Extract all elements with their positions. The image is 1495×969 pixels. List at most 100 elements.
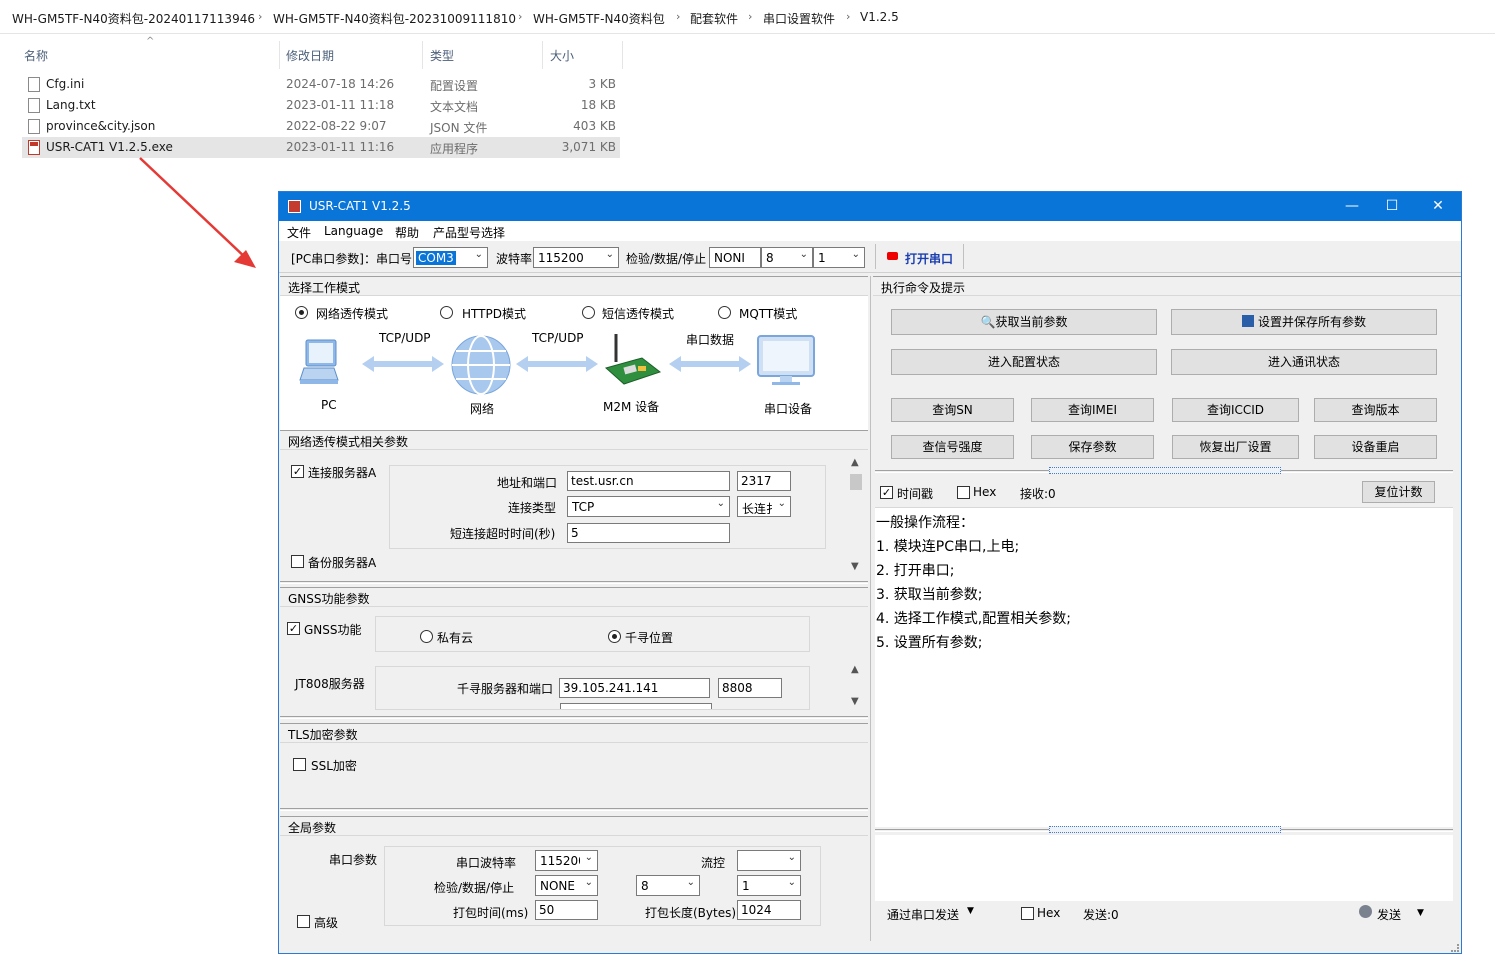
stopbits-select[interactable]: 1 ⌄	[813, 247, 865, 268]
radio-sms-mode[interactable]	[582, 306, 595, 319]
splitter-grip-icon[interactable]	[1049, 467, 1281, 474]
get-params-button[interactable]: 🔍获取当前参数	[891, 309, 1157, 335]
mode-panel: 网络透传模式 HTTPD模式 短信透传模式 MQTT模式 PC TCP/UDP …	[280, 296, 868, 430]
minimize-button[interactable]: —	[1337, 196, 1367, 216]
column-divider[interactable]	[542, 41, 543, 69]
pane-splitter[interactable]	[870, 276, 871, 941]
query-version-button[interactable]: 查询版本	[1314, 398, 1437, 422]
save-params-button[interactable]: 保存参数	[1031, 435, 1154, 459]
send-hex-checkbox[interactable]	[1021, 907, 1034, 920]
databits-select[interactable]: 8 ⌄	[761, 247, 813, 268]
dropdown-icon[interactable]: ▼	[967, 906, 974, 916]
column-divider[interactable]	[622, 41, 623, 69]
radio-qianxun[interactable]	[608, 630, 621, 643]
private-cloud-label: 私有云	[437, 631, 474, 645]
global-parity-select[interactable]: NONE ⌄	[535, 875, 598, 896]
resize-grip-icon[interactable]	[1451, 944, 1459, 952]
splitter-grip-icon[interactable]	[1049, 826, 1281, 833]
scroll-up-icon[interactable]: ▲	[851, 457, 859, 468]
breadcrumb-item-current[interactable]: V1.2.5	[860, 10, 899, 24]
flow-select[interactable]: ⌄	[737, 850, 801, 871]
chevron-down-icon: ⌄	[799, 249, 808, 260]
server-a-checkbox[interactable]: ✓	[291, 465, 304, 478]
scroll-down-icon[interactable]: ▼	[851, 696, 859, 707]
radio-network-mode[interactable]	[295, 306, 308, 319]
scroll-thumb[interactable]	[850, 474, 862, 490]
global-baud-select[interactable]: 115200⌄	[535, 850, 598, 871]
radio-httpd-mode[interactable]	[440, 306, 453, 319]
enter-comm-button[interactable]: 进入通讯状态	[1171, 349, 1437, 375]
save-all-button[interactable]: 设置并保存所有参数	[1171, 309, 1437, 335]
timeout-input[interactable]: 5	[567, 523, 730, 543]
advanced-checkbox[interactable]	[297, 915, 310, 928]
scroll-up-icon[interactable]: ▲	[851, 664, 859, 675]
maximize-button[interactable]: ☐	[1377, 196, 1407, 216]
column-divider[interactable]	[279, 41, 280, 69]
file-row[interactable]: Lang.txt 2023-01-11 11:18 文本文档 18 KB	[22, 95, 620, 116]
reset-count-button[interactable]: 复位计数	[1362, 481, 1435, 503]
open-port-button[interactable]: 打开串口	[879, 244, 962, 269]
send-input[interactable]	[875, 835, 1453, 901]
parity-select[interactable]: NONI	[709, 247, 761, 268]
send-label: 发送	[1377, 908, 1402, 922]
column-divider[interactable]	[422, 41, 423, 69]
query-sn-button[interactable]: 查询SN	[891, 398, 1014, 422]
dropdown-icon[interactable]: ▼	[1417, 908, 1424, 918]
send-via-label[interactable]: 通过串口发送	[887, 906, 959, 923]
global-databits-select[interactable]: 8 ⌄	[636, 875, 700, 896]
file-row[interactable]: Cfg.ini 2024-07-18 14:26 配置设置 3 KB	[22, 74, 620, 95]
column-type[interactable]: 类型	[430, 47, 454, 64]
ssl-checkbox[interactable]	[293, 758, 306, 771]
factory-reset-button[interactable]: 恢复出厂设置	[1172, 435, 1299, 459]
menu-file[interactable]: 文件	[287, 224, 311, 241]
pack-time-input[interactable]: 50	[535, 900, 598, 920]
chevron-down-icon: ⌄	[716, 498, 725, 509]
backup-server-checkbox[interactable]	[291, 555, 304, 568]
breadcrumb-item[interactable]: WH-GM5TF-N40资料包	[533, 10, 665, 27]
column-size[interactable]: 大小	[550, 47, 574, 64]
close-button[interactable]: ✕	[1423, 196, 1453, 216]
scroll-down-icon[interactable]: ▼	[851, 561, 859, 572]
recv-hex-checkbox[interactable]	[957, 486, 970, 499]
enter-config-button[interactable]: 进入配置状态	[891, 349, 1157, 375]
breadcrumb-separator: ›	[846, 10, 851, 23]
pack-time-label: 打包时间(ms)	[453, 906, 529, 920]
backup-server-label: 备份服务器A	[308, 556, 377, 570]
net-params-scrollbar[interactable]: ▲ ▼	[848, 457, 864, 577]
baud-label: 波特率	[496, 252, 533, 266]
send-button[interactable]: 发送 ▼	[1357, 901, 1427, 925]
file-row-selected[interactable]: USR-CAT1 V1.2.5.exe 2023-01-11 11:16 应用程…	[22, 137, 620, 158]
menu-language[interactable]: Language	[324, 224, 383, 238]
timestamp-checkbox[interactable]: ✓	[880, 486, 893, 499]
conn-mode-select[interactable]: 长连扌 ⌄	[737, 496, 791, 517]
query-signal-button[interactable]: 查信号强度	[891, 435, 1014, 459]
conn-type-select[interactable]: TCP ⌄	[567, 496, 730, 517]
addr-input[interactable]: test.usr.cn	[567, 471, 730, 491]
gnss-checkbox[interactable]: ✓	[287, 622, 300, 635]
global-stopbits-select[interactable]: 1 ⌄	[737, 875, 801, 896]
file-row[interactable]: province&city.json 2022-08-22 9:07 JSON …	[22, 116, 620, 137]
port-select[interactable]: COM3 ⌄	[413, 247, 488, 268]
breadcrumb-item[interactable]: 配套软件	[690, 10, 738, 27]
radio-mqtt-mode[interactable]	[718, 306, 731, 319]
query-iccid-button[interactable]: 查询ICCID	[1172, 398, 1299, 422]
qianxun-server-input[interactable]: 39.105.241.141	[559, 678, 710, 698]
open-port-label: 打开串口	[905, 252, 954, 266]
menu-product-model[interactable]: 产品型号选择	[433, 224, 505, 241]
reboot-button[interactable]: 设备重启	[1314, 435, 1437, 459]
port-input[interactable]: 2317	[737, 471, 791, 491]
pack-len-input[interactable]: 1024	[737, 900, 801, 920]
qianxun-port-input[interactable]: 8808	[718, 678, 782, 698]
menu-help[interactable]: 帮助	[395, 224, 419, 241]
baud-select[interactable]: 115200 ⌄	[533, 247, 619, 268]
column-name[interactable]: 名称	[24, 47, 48, 64]
breadcrumb-item[interactable]: WH-GM5TF-N40资料包-20240117113946	[12, 10, 255, 27]
title-bar[interactable]: USR-CAT1 V1.2.5 — ☐ ✕	[279, 192, 1461, 221]
radio-private-cloud[interactable]	[420, 630, 433, 643]
query-imei-button[interactable]: 查询IMEI	[1031, 398, 1154, 422]
receive-log[interactable]: 一般操作流程： 1. 模块连PC串口,上电; 2. 打开串口; 3. 获取当前参…	[875, 507, 1453, 827]
breadcrumb-item[interactable]: 串口设置软件	[763, 10, 835, 27]
breadcrumb-item[interactable]: WH-GM5TF-N40资料包-20231009111810	[273, 10, 516, 27]
mode-option-label: MQTT模式	[739, 307, 798, 321]
column-date[interactable]: 修改日期	[286, 47, 334, 64]
